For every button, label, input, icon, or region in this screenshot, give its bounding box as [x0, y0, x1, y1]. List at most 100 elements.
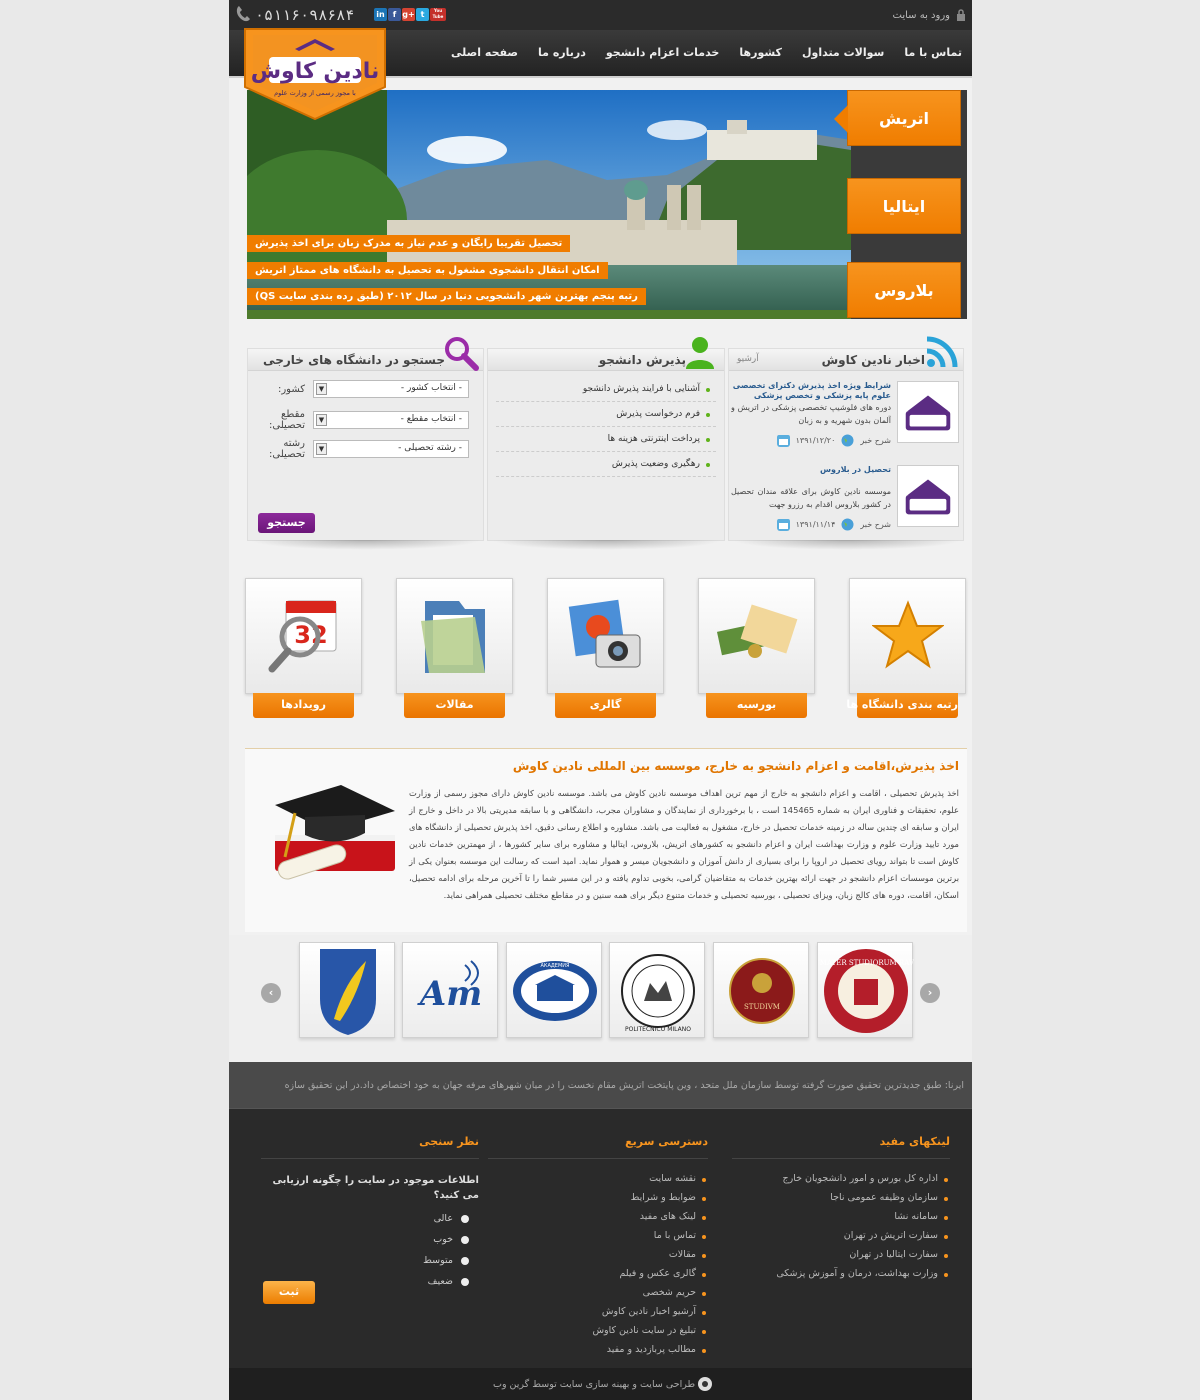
copyright-text[interactable]: طراحی سایت و بهینه سازی سایت توسط گرین و… — [493, 1379, 695, 1390]
admission-link[interactable]: پرداخت اینترنتی هزینه ها — [496, 427, 716, 452]
admission-link[interactable]: آشنایی با فرایند پذیرش دانشجو — [496, 377, 716, 402]
radio-button[interactable] — [461, 1277, 469, 1286]
slider-caption-2[interactable]: امکان انتقال دانشجوی مشغول به تحصیل به د… — [247, 262, 608, 279]
box-shadow — [732, 540, 962, 550]
tile-scholarship[interactable]: بورسیه — [698, 578, 815, 720]
graduation-cap-image — [275, 785, 395, 880]
footer-link[interactable]: حریم شخصی — [488, 1283, 708, 1302]
tile-events[interactable]: 32 رویدادها — [245, 578, 362, 720]
news-item[interactable]: شرایط ویژه اخذ پذیرش دکترای تخصصی علوم پ… — [731, 381, 959, 459]
tile-university-ranking[interactable]: رتبه بندی دانشگاه ها — [846, 578, 966, 720]
site-logo[interactable]: نادین کاوش با مجوز رسمی از وزارت علوم — [239, 27, 391, 121]
am-logo[interactable]: Am — [402, 942, 498, 1038]
carousel-prev-button[interactable]: ‹ — [261, 983, 281, 1003]
money-certificate-icon — [716, 604, 798, 658]
poll-option[interactable]: عالی — [399, 1213, 469, 1224]
slider-caption-3[interactable]: رتبه پنجم بهترین شهر دانشجویی دنیا در سا… — [247, 288, 646, 305]
footer-link[interactable]: تماس با ما — [488, 1226, 708, 1245]
poll-option[interactable]: متوسط — [399, 1255, 469, 1266]
politecnico-milano-logo[interactable]: POLITECNICO MILANO — [609, 942, 705, 1038]
phone-icon — [236, 6, 250, 22]
nav-item[interactable]: تماس با ما — [904, 46, 962, 59]
facebook-icon[interactable]: f — [388, 8, 401, 21]
news-title[interactable]: شرایط ویژه اخذ پذیرش دکترای تخصصی علوم پ… — [731, 381, 891, 401]
poll-option[interactable]: خوب — [399, 1234, 469, 1245]
country-select[interactable]: - انتخاب کشور - ▼ — [313, 380, 469, 398]
studium-seal-logo[interactable]: STUDIVM — [713, 942, 809, 1038]
news-date: ۱۳۹۱/۱۲/۲۰ — [795, 436, 836, 445]
tile-label: مقالات — [404, 693, 505, 718]
seal-text: STUDIVM — [744, 1003, 780, 1011]
tile-articles[interactable]: مقالات — [396, 578, 513, 720]
tile-label: گالری — [555, 693, 656, 718]
country-select-value: - انتخاب کشور - — [400, 383, 462, 393]
main-nav: صفحه اصلی درباره ما خدمات اعزام دانشجو کشور… — [451, 46, 962, 59]
carousel-next-button[interactable]: › — [920, 983, 940, 1003]
news-meta: ۱۳۹۱/۱۲/۲۰ شرح خبر — [776, 434, 891, 447]
nav-item[interactable]: خدمات اعزام دانشجو — [606, 46, 719, 59]
footer-link[interactable]: گالری عکس و فیلم — [488, 1264, 708, 1283]
tile-label: رتبه بندی دانشگاه ها — [846, 693, 958, 718]
twitter-icon[interactable]: t — [416, 8, 429, 21]
footer-link[interactable]: مطالب پربازدید و مفید — [488, 1340, 708, 1359]
footer: لینکهای مفید اداره کل بورس و امور دانشجو… — [229, 1108, 972, 1368]
news-thumbnail — [897, 381, 959, 443]
nav-item[interactable]: کشورها — [739, 46, 782, 59]
footer-link[interactable]: تبلیغ در سایت نادین کاوش — [488, 1321, 708, 1340]
slider-caption-1[interactable]: تحصیل تقریبا رایگان و عدم نیاز به مدرک ز… — [247, 235, 571, 252]
nav-item[interactable]: درباره ما — [538, 46, 586, 59]
footer-link[interactable]: لینک های مفید — [488, 1207, 708, 1226]
footer-link[interactable]: وزارت بهداشت، درمان و آموزش پزشکی — [732, 1264, 950, 1283]
footer-link[interactable]: ضوابط و شرایط — [488, 1188, 708, 1207]
admission-link[interactable]: فرم درخواست پذیرش — [496, 402, 716, 427]
admission-link[interactable]: رهگیری وضعیت پذیرش — [496, 452, 716, 477]
calendar-icon — [776, 519, 790, 531]
tab-belarus[interactable]: بلاروس — [847, 262, 961, 318]
useful-links-list: اداره کل بورس و امور دانشجویان خارج سازما… — [732, 1169, 950, 1283]
footer-links-title: لینکهای مفید — [732, 1135, 950, 1159]
search-button[interactable]: جستجو — [258, 513, 315, 533]
radio-button[interactable] — [461, 1235, 469, 1244]
footer-link[interactable]: آرشیو اخبار نادین کاوش — [488, 1302, 708, 1321]
tab-austria[interactable]: اتریش — [834, 90, 961, 146]
footer-link[interactable]: سازمان وظیفه عمومی ناجا — [732, 1188, 950, 1207]
tile-card — [698, 578, 815, 694]
google-plus-icon[interactable]: g+ — [402, 8, 415, 21]
footer-link[interactable]: مقالات — [488, 1245, 708, 1264]
feather-shield-logo[interactable] — [299, 942, 395, 1038]
footer-quick-title: دسترسی سریع — [488, 1135, 708, 1159]
youtube-icon[interactable]: You Tube — [430, 8, 446, 21]
nav-item[interactable]: سوالات متداول — [802, 46, 884, 59]
news-item[interactable]: تحصیل در بلاروس موسسه نادین کاوش برای عل… — [731, 465, 959, 543]
belarus-academy-logo[interactable]: АКАДЕМИЯ — [506, 942, 602, 1038]
footer-link[interactable]: نقشه سایت — [488, 1169, 708, 1188]
tile-gallery[interactable]: گالری — [547, 578, 664, 720]
radio-button[interactable] — [461, 1214, 469, 1223]
major-select[interactable]: - رشته تحصیلی - ▼ — [313, 440, 469, 458]
news-more-link[interactable]: شرح خبر — [860, 436, 891, 445]
news-title[interactable]: تحصیل در بلاروس — [731, 465, 891, 475]
ticker-text[interactable]: ایرنا: طبق جدیدترین تحقیق صورت گرفته توس… — [285, 1080, 964, 1091]
footer-link[interactable]: سفارت ایتالیا در تهران — [732, 1245, 950, 1264]
degree-select[interactable]: - انتخاب مقطع - ▼ — [313, 411, 469, 429]
alma-mater-studiorum-ravenna-logo[interactable]: ALMA MATER STUDIORUM RAVENNA — [795, 942, 937, 1038]
login-link[interactable]: ورود به سایت — [893, 9, 966, 21]
archive-link[interactable]: آرشیو — [737, 354, 759, 364]
tab-italy[interactable]: ایتالیا — [847, 178, 961, 234]
footer-link[interactable]: اداره کل بورس و امور دانشجویان خارج — [732, 1169, 950, 1188]
poll-submit-button[interactable]: ثبت — [263, 1281, 315, 1304]
linkedin-icon[interactable]: in — [374, 8, 387, 21]
footer-link[interactable]: سامانه نشا — [732, 1207, 950, 1226]
copyright-bar: طراحی سایت و بهینه سازی سایت توسط گرین و… — [229, 1368, 972, 1400]
radio-button[interactable] — [461, 1256, 469, 1265]
footer-link[interactable]: سفارت اتریش در تهران — [732, 1226, 950, 1245]
box-shadow — [491, 540, 723, 550]
nav-item[interactable]: صفحه اصلی — [451, 46, 518, 59]
camera-photo-icon — [568, 599, 641, 668]
chevron-down-icon: ▼ — [316, 383, 327, 395]
poll-option[interactable]: ضعیف — [399, 1276, 469, 1287]
poll-title: نظر سنجی — [261, 1135, 479, 1159]
news-more-link[interactable]: شرح خبر — [860, 520, 891, 529]
university-shield — [320, 949, 376, 1035]
calendar-icon — [776, 435, 790, 447]
